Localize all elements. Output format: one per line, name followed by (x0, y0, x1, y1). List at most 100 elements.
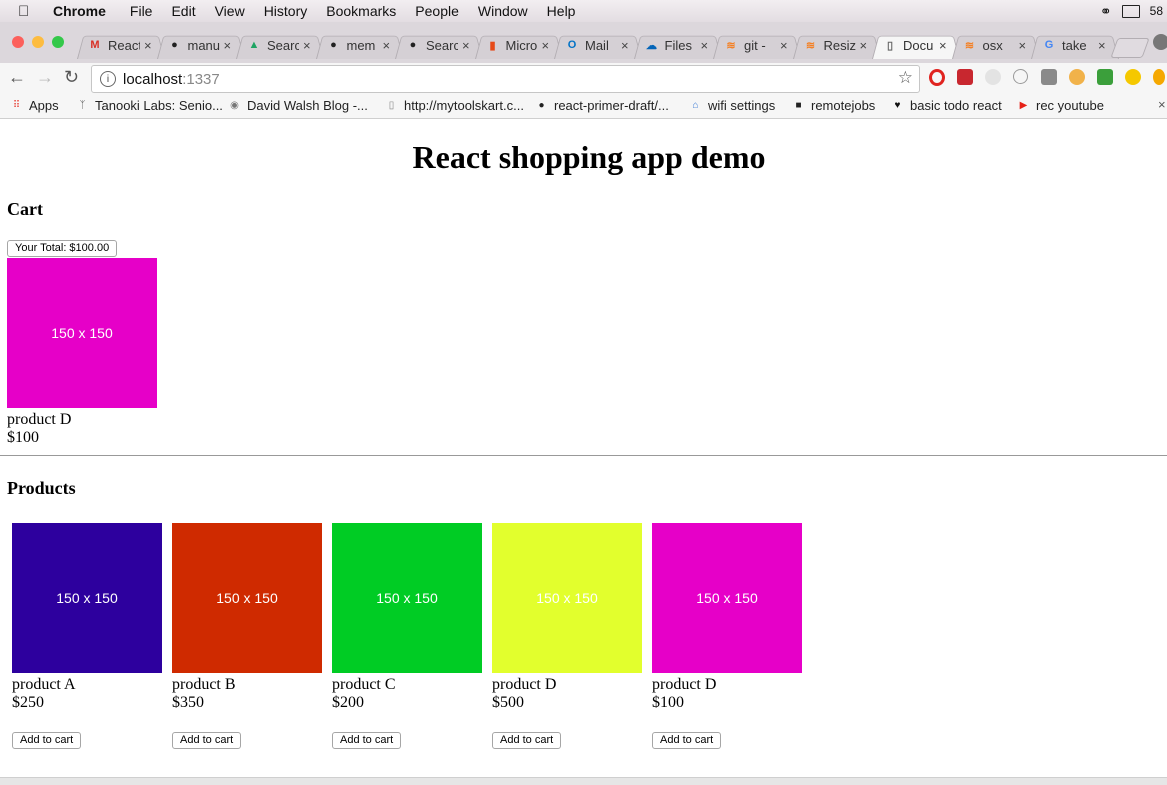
close-tab-icon[interactable]: × (860, 38, 868, 53)
more-bookmarks-icon[interactable]: × (1158, 97, 1166, 112)
browser-toolbar: ← → ↻ i localhost:1337 ☆ (0, 63, 1167, 94)
browser-tab[interactable]: ▮ Micro × (480, 31, 558, 59)
add-to-cart-button[interactable]: Add to cart (492, 732, 562, 749)
close-tab-icon[interactable]: × (1098, 38, 1106, 53)
cookie-extension-icon[interactable] (1069, 69, 1085, 85)
close-tab-icon[interactable]: × (701, 38, 709, 53)
browser-tab[interactable]: ▯ Docu × (877, 31, 955, 59)
menu-bookmarks[interactable]: Bookmarks (326, 3, 396, 19)
close-window-icon[interactable] (12, 36, 24, 48)
browser-tab[interactable]: M React × (82, 31, 160, 59)
profile-avatar-icon[interactable] (1153, 34, 1167, 50)
maximize-window-icon[interactable] (52, 36, 64, 48)
bookmark-item[interactable]: ⠿ Apps (10, 98, 59, 113)
add-to-cart-button[interactable]: Add to cart (332, 732, 402, 749)
close-tab-icon[interactable]: × (144, 38, 152, 53)
airplay-icon[interactable] (1121, 4, 1140, 18)
close-tab-icon[interactable]: × (542, 38, 550, 53)
back-arrow-icon[interactable]: ← (8, 67, 26, 88)
note-extension-icon[interactable] (1041, 69, 1057, 85)
browser-tab[interactable]: Gtake × (1036, 31, 1114, 59)
close-tab-icon[interactable]: × (303, 38, 311, 53)
cors-extension-icon[interactable] (1097, 69, 1113, 85)
tab-title: Micro (505, 37, 538, 53)
menu-people[interactable]: People (415, 3, 459, 19)
bookmark-star-icon[interactable]: ☆ (898, 68, 913, 88)
browser-tab[interactable]: ▲ Search × (241, 31, 319, 59)
product-name: product D (652, 676, 717, 693)
menu-file[interactable]: File (130, 3, 153, 19)
url-port: :1337 (182, 70, 220, 88)
close-tab-icon[interactable]: × (383, 38, 391, 53)
close-tab-icon[interactable]: × (939, 38, 947, 53)
bookmark-item[interactable]: ● react-primer-draft/... (535, 98, 668, 113)
bookmark-item[interactable]: ■ remotejobs (792, 98, 875, 113)
close-tab-icon[interactable]: × (621, 38, 629, 53)
github-icon: ● (171, 39, 178, 51)
cart-total-button[interactable]: Your Total: $100.00 (7, 240, 118, 257)
bookmark-item[interactable]: ⌂ wifi settings (689, 98, 775, 113)
site-info-icon[interactable]: i (100, 71, 116, 87)
opera-extension-icon[interactable] (929, 69, 945, 86)
product-name: product A (12, 676, 76, 693)
product-image: 150 x 150 (172, 523, 322, 673)
bookmark-item[interactable]: ♥ basic todo react (891, 98, 1002, 113)
puzzle-extension-icon[interactable] (957, 69, 973, 85)
product-name: product D (492, 676, 557, 693)
bookmark-item[interactable]: ▯ http://mytoolskart.c... (385, 98, 524, 113)
browser-tab[interactable]: ● mem × (321, 31, 399, 59)
macos-menubar:  Chrome File Edit View History Bookmark… (0, 0, 1167, 22)
browser-tab[interactable]: ≋ Resiz × (798, 31, 876, 59)
add-to-cart-button[interactable]: Add to cart (652, 732, 722, 749)
bookmark-label: http://mytoolskart.c... (404, 98, 524, 113)
minimize-window-icon[interactable] (32, 36, 44, 48)
browser-tab[interactable]: ● manu × (162, 31, 240, 59)
menu-window[interactable]: Window (478, 3, 528, 19)
tab-title: Docu (903, 37, 934, 53)
gray-extension-icon[interactable] (985, 69, 1001, 85)
browser-tab[interactable]: ≋ osx × (957, 31, 1035, 59)
browser-tab[interactable]: ≋ git - × (718, 31, 796, 59)
menu-edit[interactable]: Edit (171, 3, 195, 19)
close-tab-icon[interactable]: × (462, 38, 470, 53)
bookmark-label: basic todo react (910, 98, 1002, 113)
forward-arrow-icon[interactable]: → (36, 67, 54, 88)
status-area: ⚭ 58 (1100, 0, 1167, 22)
close-tab-icon[interactable]: × (224, 38, 232, 53)
menu-help[interactable]: Help (547, 3, 576, 19)
warning-extension-icon[interactable] (1153, 69, 1165, 85)
page-viewport: React shopping app demo Cart Your Total:… (0, 119, 1167, 784)
address-bar[interactable]: i localhost:1337 ☆ (91, 65, 920, 93)
code-extension-icon[interactable] (1013, 69, 1028, 84)
close-tab-icon[interactable]: × (780, 38, 788, 53)
cart-item-name: product D (7, 411, 72, 428)
bookmark-item[interactable]: ▶ rec youtube (1017, 98, 1104, 113)
wifi-icon[interactable]: ⚭ (1100, 3, 1112, 20)
bookmark-item[interactable]: ᛉ Tanooki Labs: Senio... (76, 98, 223, 113)
moon-extension-icon[interactable] (1125, 69, 1141, 85)
new-tab-button[interactable] (1110, 38, 1150, 58)
add-to-cart-button[interactable]: Add to cart (172, 732, 242, 749)
tab-strip: M React × ● manu × ▲ Search × ● mem × ● Search × ▮ Micro… (0, 22, 1167, 64)
tab-title: React (108, 37, 140, 53)
reload-icon[interactable]: ↻ (64, 67, 79, 88)
apple-icon[interactable]:  (18, 3, 36, 20)
add-to-cart-button[interactable]: Add to cart (12, 732, 82, 749)
bookmark-label: rec youtube (1036, 98, 1104, 113)
bookmark-label: Apps (29, 98, 59, 113)
browser-tab[interactable]: ● Search × (400, 31, 478, 59)
router-icon: ⌂ (692, 100, 699, 111)
product-image: 150 x 150 (492, 523, 642, 673)
stackoverflow-icon: ≋ (726, 39, 736, 52)
menu-history[interactable]: History (264, 3, 308, 19)
tab-title: mem (346, 37, 376, 53)
tab-title: Search (426, 37, 458, 53)
menu-app-name[interactable]: Chrome (53, 3, 106, 19)
browser-tab[interactable]: O Mail × (559, 31, 637, 59)
bookmark-item[interactable]: ◉ David Walsh Blog -... (228, 98, 368, 113)
menu-view[interactable]: View (215, 3, 245, 19)
browser-tab[interactable]: ☁ Files × (639, 31, 717, 59)
close-tab-icon[interactable]: × (1019, 38, 1027, 53)
office-icon: ▮ (489, 39, 496, 52)
section-divider (0, 455, 1167, 456)
